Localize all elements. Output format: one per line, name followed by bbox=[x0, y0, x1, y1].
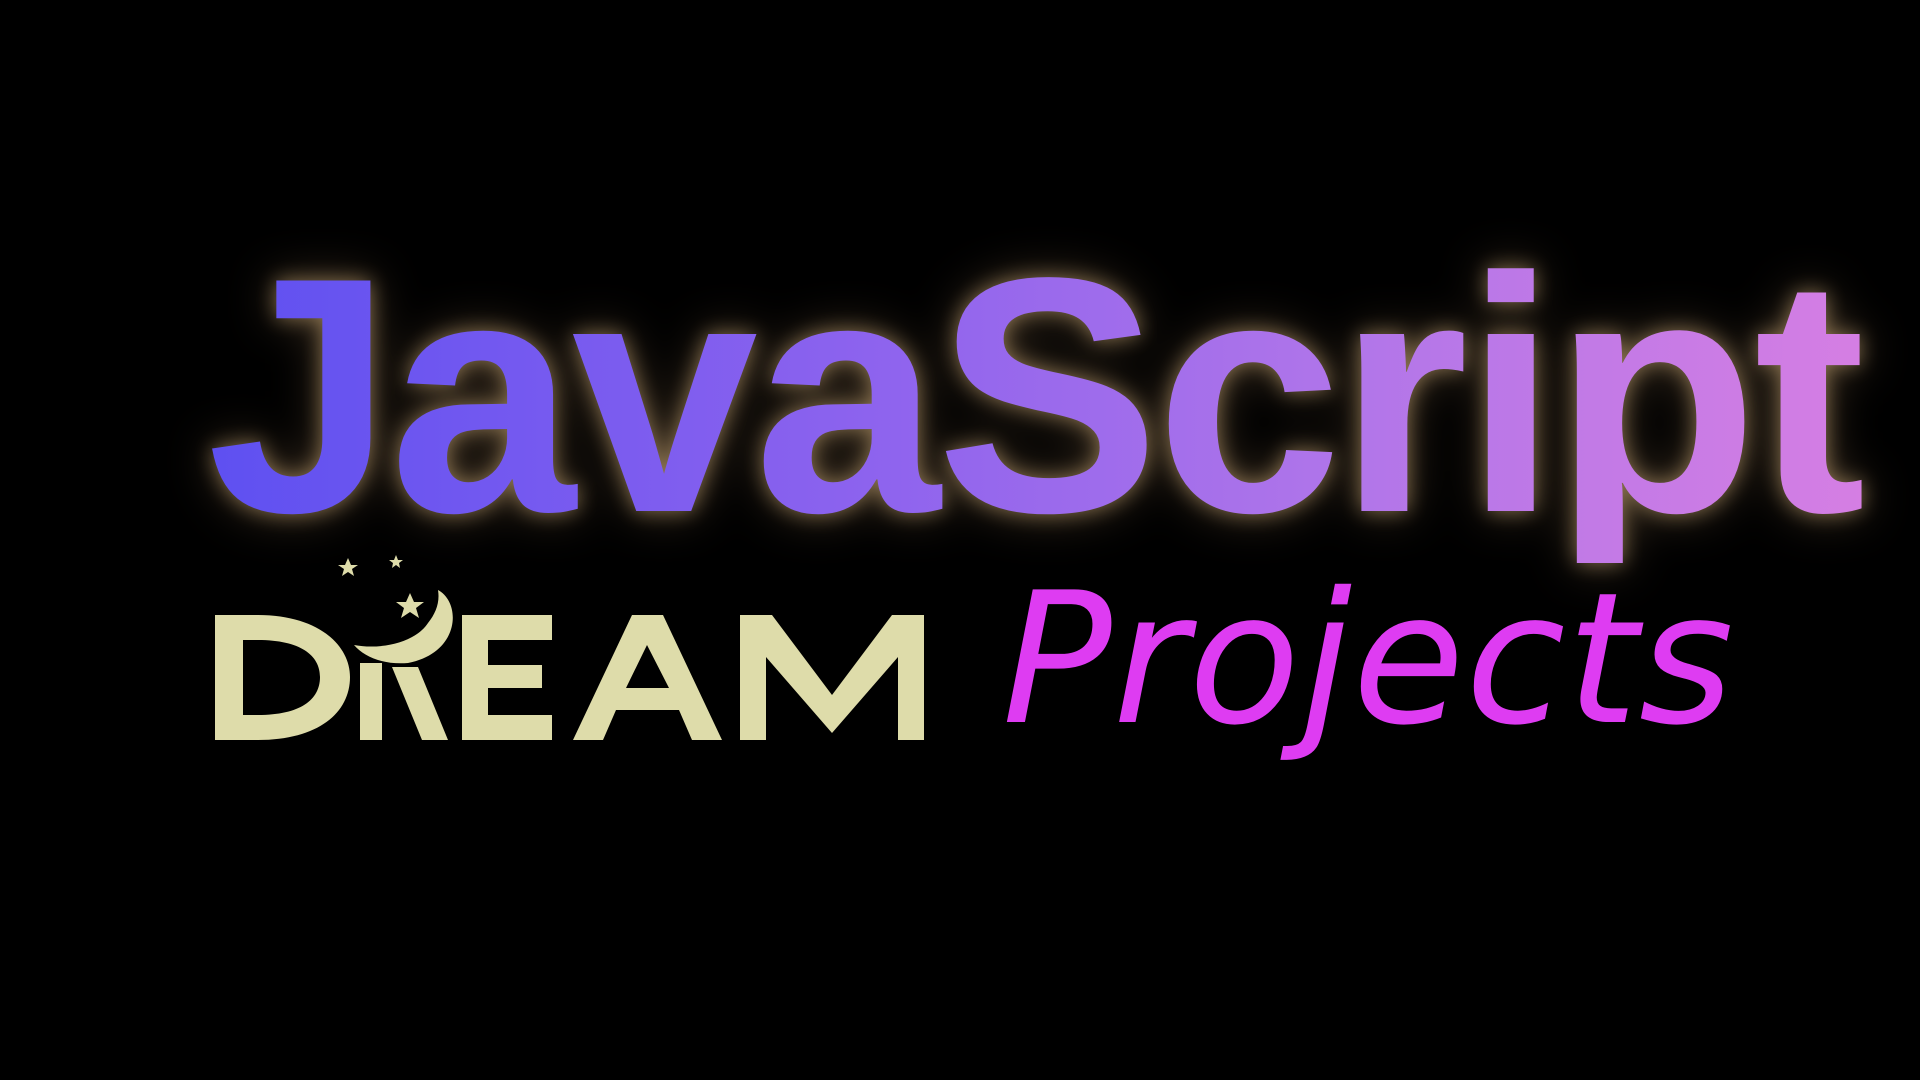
logo-letter-a bbox=[573, 615, 722, 740]
projects-subtitle: Projects bbox=[1002, 553, 1735, 765]
star-icon bbox=[338, 555, 424, 618]
logo-letter-r-leg bbox=[392, 667, 448, 740]
logo-letter-e bbox=[462, 615, 552, 740]
logo-letter-r-stem bbox=[360, 663, 382, 740]
banner: JavaScript Projects bbox=[0, 0, 1920, 1080]
javascript-title: JavaScript bbox=[207, 208, 1866, 582]
dream-logo bbox=[200, 555, 960, 755]
logo-letter-d bbox=[215, 615, 350, 740]
dream-logo-graphic bbox=[215, 555, 924, 740]
logo-letter-m bbox=[740, 615, 924, 740]
crescent-moon-icon bbox=[354, 590, 453, 664]
